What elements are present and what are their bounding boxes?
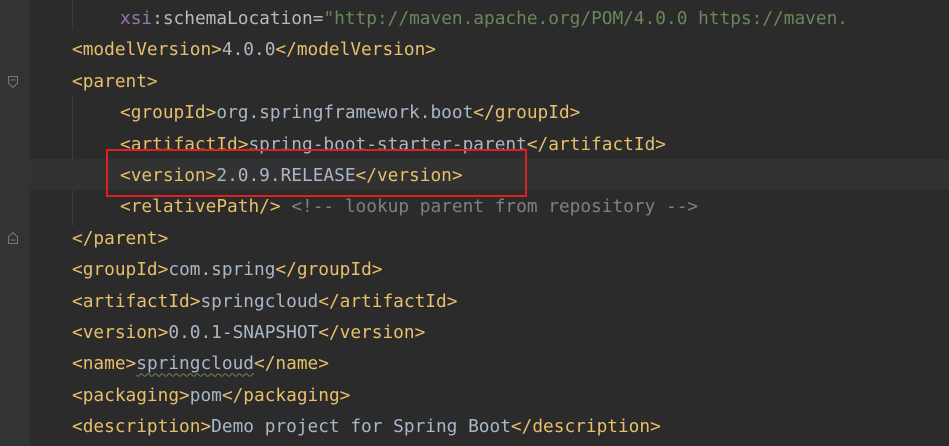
fold-close-icon[interactable]	[8, 232, 18, 244]
code-token: </packaging>	[221, 384, 351, 406]
code-token: <name>	[72, 353, 137, 375]
editor-gutter[interactable]	[0, 0, 30, 446]
code-line[interactable]: <version>0.0.1-SNAPSHOT</version>	[72, 317, 425, 348]
code-token: xsi	[120, 8, 153, 29]
code-token: <groupId>	[72, 259, 169, 281]
code-token: 0.0.1-SNAPSHOT	[168, 322, 319, 343]
code-token: com.spring	[168, 259, 276, 281]
code-editor[interactable]: xsi:schemaLocation="http://maven.apache.…	[0, 0, 949, 446]
fold-open-icon[interactable]	[8, 76, 18, 88]
code-token: </modelVersion>	[275, 39, 436, 61]
code-line[interactable]: <artifactId>springcloud</artifactId>	[72, 286, 457, 317]
code-token: </artifactId>	[526, 133, 666, 155]
code-token: springcloud	[200, 290, 319, 312]
code-token: <!-- lookup parent from repository -->	[291, 196, 699, 218]
code-token: <artifactId>	[72, 290, 201, 312]
code-line[interactable]: <groupId>com.spring</groupId>	[72, 254, 382, 285]
code-token: <version>	[72, 322, 169, 343]
code-token: Demo project for Spring Boot	[211, 416, 511, 438]
code-token: <parent>	[72, 70, 158, 92]
code-token: </artifactId>	[318, 290, 458, 312]
code-token: <modelVersion>	[72, 39, 222, 61]
annotation-highlight-box	[106, 149, 527, 197]
code-token: <groupId>	[120, 102, 217, 124]
code-token: :schemaLocation	[152, 8, 313, 29]
code-token: </groupId>	[473, 102, 581, 124]
code-line[interactable]: <packaging>pom</packaging>	[72, 380, 350, 411]
code-token: </description>	[510, 416, 661, 438]
code-token: <description>	[72, 416, 212, 438]
code-line[interactable]: <modelVersion>4.0.0</modelVersion>	[72, 34, 436, 65]
code-token: springcloud	[136, 353, 254, 375]
code-token: <relativePath/>	[120, 196, 281, 218]
code-line[interactable]: <name>springcloud</name>	[72, 348, 329, 379]
code-token: </name>	[254, 353, 329, 375]
code-token: "http://maven.apache.org/POM/4.0.0 https…	[323, 8, 848, 29]
code-token: </groupId>	[275, 259, 383, 281]
code-token: </parent>	[72, 227, 169, 249]
code-token: pom	[189, 384, 222, 406]
code-token: =	[312, 8, 324, 29]
indent-guide	[72, 0, 73, 30]
code-line[interactable]: xsi:schemaLocation="http://maven.apache.…	[120, 3, 848, 34]
code-token: <packaging>	[72, 384, 190, 406]
code-token: 4.0.0	[221, 39, 276, 61]
code-line[interactable]: <groupId>org.springframework.boot</group…	[120, 97, 580, 128]
code-token: </version>	[318, 322, 426, 343]
code-line[interactable]: <parent>	[72, 66, 158, 97]
code-line[interactable]: <description>Demo project for Spring Boo…	[72, 411, 661, 442]
code-line[interactable]: </parent>	[72, 223, 168, 254]
code-token: org.springframework.boot	[216, 102, 474, 124]
